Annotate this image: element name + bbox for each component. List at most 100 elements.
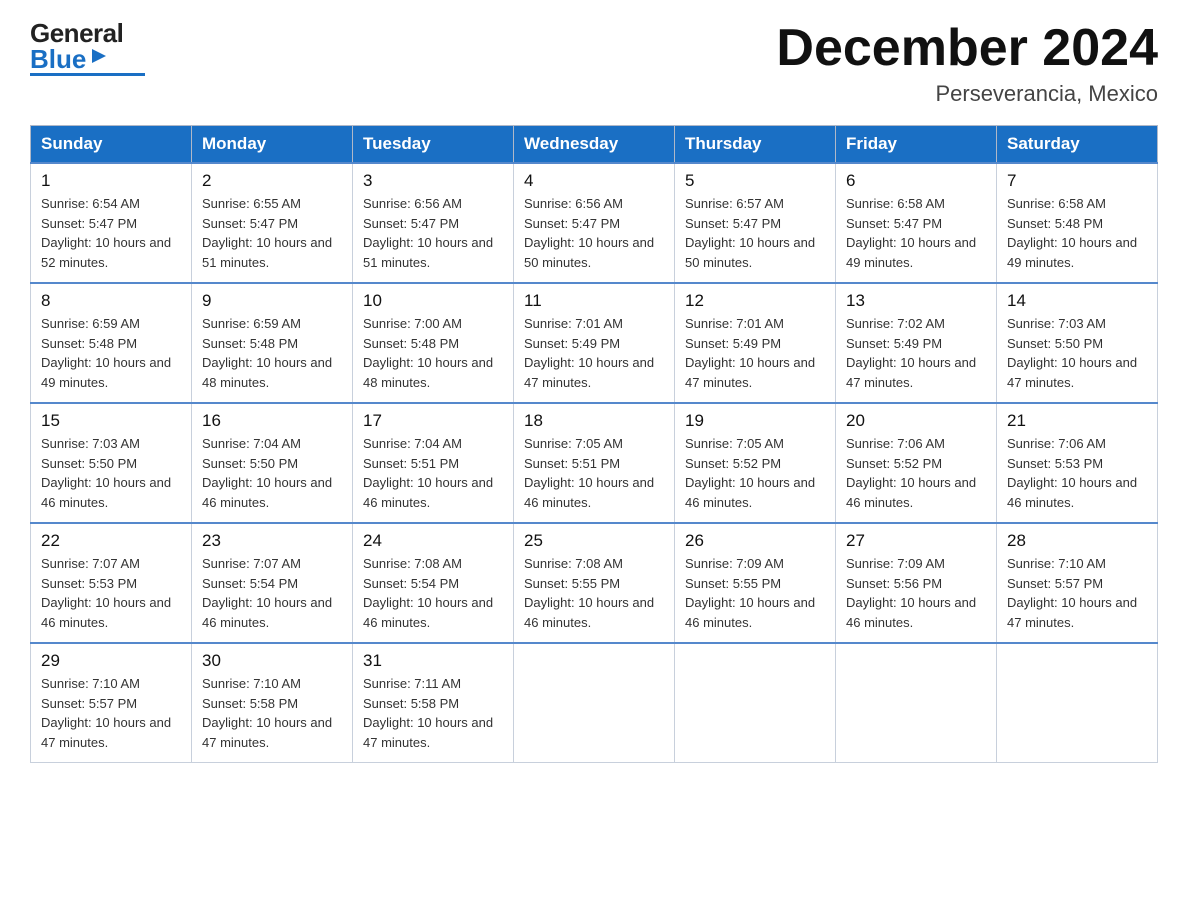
day-info: Sunrise: 7:05 AMSunset: 5:51 PMDaylight:… bbox=[524, 434, 664, 512]
day-info: Sunrise: 6:54 AMSunset: 5:47 PMDaylight:… bbox=[41, 194, 181, 272]
day-number: 2 bbox=[202, 171, 342, 191]
day-number: 10 bbox=[363, 291, 503, 311]
logo: General Blue bbox=[30, 20, 145, 76]
day-info: Sunrise: 7:04 AMSunset: 5:51 PMDaylight:… bbox=[363, 434, 503, 512]
day-number: 21 bbox=[1007, 411, 1147, 431]
day-info: Sunrise: 7:01 AMSunset: 5:49 PMDaylight:… bbox=[524, 314, 664, 392]
location-subtitle: Perseverancia, Mexico bbox=[776, 81, 1158, 107]
day-number: 9 bbox=[202, 291, 342, 311]
column-header-monday: Monday bbox=[192, 126, 353, 164]
day-info: Sunrise: 7:07 AMSunset: 5:54 PMDaylight:… bbox=[202, 554, 342, 632]
day-info: Sunrise: 7:10 AMSunset: 5:58 PMDaylight:… bbox=[202, 674, 342, 752]
day-info: Sunrise: 7:06 AMSunset: 5:52 PMDaylight:… bbox=[846, 434, 986, 512]
day-number: 27 bbox=[846, 531, 986, 551]
day-number: 7 bbox=[1007, 171, 1147, 191]
day-info: Sunrise: 7:03 AMSunset: 5:50 PMDaylight:… bbox=[41, 434, 181, 512]
day-number: 28 bbox=[1007, 531, 1147, 551]
calendar-day-cell: 9 Sunrise: 6:59 AMSunset: 5:48 PMDayligh… bbox=[192, 283, 353, 403]
calendar-day-cell: 8 Sunrise: 6:59 AMSunset: 5:48 PMDayligh… bbox=[31, 283, 192, 403]
day-info: Sunrise: 7:00 AMSunset: 5:48 PMDaylight:… bbox=[363, 314, 503, 392]
day-info: Sunrise: 6:55 AMSunset: 5:47 PMDaylight:… bbox=[202, 194, 342, 272]
day-info: Sunrise: 7:07 AMSunset: 5:53 PMDaylight:… bbox=[41, 554, 181, 632]
calendar-day-cell: 16 Sunrise: 7:04 AMSunset: 5:50 PMDaylig… bbox=[192, 403, 353, 523]
column-header-sunday: Sunday bbox=[31, 126, 192, 164]
day-number: 8 bbox=[41, 291, 181, 311]
calendar-day-cell: 12 Sunrise: 7:01 AMSunset: 5:49 PMDaylig… bbox=[675, 283, 836, 403]
day-number: 14 bbox=[1007, 291, 1147, 311]
day-number: 5 bbox=[685, 171, 825, 191]
day-number: 29 bbox=[41, 651, 181, 671]
day-info: Sunrise: 7:11 AMSunset: 5:58 PMDaylight:… bbox=[363, 674, 503, 752]
column-header-saturday: Saturday bbox=[997, 126, 1158, 164]
day-info: Sunrise: 7:04 AMSunset: 5:50 PMDaylight:… bbox=[202, 434, 342, 512]
calendar-day-cell: 2 Sunrise: 6:55 AMSunset: 5:47 PMDayligh… bbox=[192, 163, 353, 283]
logo-underline bbox=[30, 73, 145, 76]
day-info: Sunrise: 7:08 AMSunset: 5:54 PMDaylight:… bbox=[363, 554, 503, 632]
calendar-day-cell: 5 Sunrise: 6:57 AMSunset: 5:47 PMDayligh… bbox=[675, 163, 836, 283]
day-number: 26 bbox=[685, 531, 825, 551]
calendar-header-row: SundayMondayTuesdayWednesdayThursdayFrid… bbox=[31, 126, 1158, 164]
calendar-day-cell: 4 Sunrise: 6:56 AMSunset: 5:47 PMDayligh… bbox=[514, 163, 675, 283]
calendar-day-cell: 1 Sunrise: 6:54 AMSunset: 5:47 PMDayligh… bbox=[31, 163, 192, 283]
day-number: 17 bbox=[363, 411, 503, 431]
calendar-day-cell: 31 Sunrise: 7:11 AMSunset: 5:58 PMDaylig… bbox=[353, 643, 514, 763]
day-info: Sunrise: 6:59 AMSunset: 5:48 PMDaylight:… bbox=[202, 314, 342, 392]
day-info: Sunrise: 6:56 AMSunset: 5:47 PMDaylight:… bbox=[524, 194, 664, 272]
day-info: Sunrise: 6:59 AMSunset: 5:48 PMDaylight:… bbox=[41, 314, 181, 392]
calendar-day-cell: 24 Sunrise: 7:08 AMSunset: 5:54 PMDaylig… bbox=[353, 523, 514, 643]
day-number: 13 bbox=[846, 291, 986, 311]
day-info: Sunrise: 7:10 AMSunset: 5:57 PMDaylight:… bbox=[1007, 554, 1147, 632]
logo-general-text: General bbox=[30, 20, 145, 46]
day-number: 20 bbox=[846, 411, 986, 431]
calendar-day-cell: 21 Sunrise: 7:06 AMSunset: 5:53 PMDaylig… bbox=[997, 403, 1158, 523]
day-info: Sunrise: 7:09 AMSunset: 5:56 PMDaylight:… bbox=[846, 554, 986, 632]
calendar-day-cell: 13 Sunrise: 7:02 AMSunset: 5:49 PMDaylig… bbox=[836, 283, 997, 403]
calendar-day-cell: 3 Sunrise: 6:56 AMSunset: 5:47 PMDayligh… bbox=[353, 163, 514, 283]
calendar-week-row: 29 Sunrise: 7:10 AMSunset: 5:57 PMDaylig… bbox=[31, 643, 1158, 763]
day-number: 23 bbox=[202, 531, 342, 551]
day-info: Sunrise: 6:58 AMSunset: 5:47 PMDaylight:… bbox=[846, 194, 986, 272]
day-info: Sunrise: 7:08 AMSunset: 5:55 PMDaylight:… bbox=[524, 554, 664, 632]
day-info: Sunrise: 7:02 AMSunset: 5:49 PMDaylight:… bbox=[846, 314, 986, 392]
day-info: Sunrise: 7:09 AMSunset: 5:55 PMDaylight:… bbox=[685, 554, 825, 632]
day-number: 30 bbox=[202, 651, 342, 671]
calendar-day-cell: 20 Sunrise: 7:06 AMSunset: 5:52 PMDaylig… bbox=[836, 403, 997, 523]
column-header-wednesday: Wednesday bbox=[514, 126, 675, 164]
calendar-day-cell: 14 Sunrise: 7:03 AMSunset: 5:50 PMDaylig… bbox=[997, 283, 1158, 403]
column-header-tuesday: Tuesday bbox=[353, 126, 514, 164]
calendar-week-row: 22 Sunrise: 7:07 AMSunset: 5:53 PMDaylig… bbox=[31, 523, 1158, 643]
day-info: Sunrise: 7:05 AMSunset: 5:52 PMDaylight:… bbox=[685, 434, 825, 512]
title-area: December 2024 Perseverancia, Mexico bbox=[776, 20, 1158, 107]
calendar-day-cell: 28 Sunrise: 7:10 AMSunset: 5:57 PMDaylig… bbox=[997, 523, 1158, 643]
day-number: 6 bbox=[846, 171, 986, 191]
calendar-day-cell: 27 Sunrise: 7:09 AMSunset: 5:56 PMDaylig… bbox=[836, 523, 997, 643]
day-number: 4 bbox=[524, 171, 664, 191]
column-header-thursday: Thursday bbox=[675, 126, 836, 164]
page-header: General Blue December 2024 Perseverancia… bbox=[30, 20, 1158, 107]
day-number: 25 bbox=[524, 531, 664, 551]
calendar-day-cell: 29 Sunrise: 7:10 AMSunset: 5:57 PMDaylig… bbox=[31, 643, 192, 763]
column-header-friday: Friday bbox=[836, 126, 997, 164]
calendar-day-cell: 15 Sunrise: 7:03 AMSunset: 5:50 PMDaylig… bbox=[31, 403, 192, 523]
logo-blue-text: Blue bbox=[30, 46, 86, 72]
calendar-day-cell bbox=[836, 643, 997, 763]
calendar-day-cell: 18 Sunrise: 7:05 AMSunset: 5:51 PMDaylig… bbox=[514, 403, 675, 523]
day-number: 22 bbox=[41, 531, 181, 551]
calendar-week-row: 8 Sunrise: 6:59 AMSunset: 5:48 PMDayligh… bbox=[31, 283, 1158, 403]
calendar-day-cell: 19 Sunrise: 7:05 AMSunset: 5:52 PMDaylig… bbox=[675, 403, 836, 523]
day-number: 18 bbox=[524, 411, 664, 431]
day-info: Sunrise: 7:01 AMSunset: 5:49 PMDaylight:… bbox=[685, 314, 825, 392]
calendar-day-cell bbox=[675, 643, 836, 763]
calendar-day-cell bbox=[997, 643, 1158, 763]
day-number: 16 bbox=[202, 411, 342, 431]
logo-arrow-icon bbox=[88, 45, 110, 71]
calendar-day-cell: 26 Sunrise: 7:09 AMSunset: 5:55 PMDaylig… bbox=[675, 523, 836, 643]
calendar-day-cell: 7 Sunrise: 6:58 AMSunset: 5:48 PMDayligh… bbox=[997, 163, 1158, 283]
day-info: Sunrise: 6:58 AMSunset: 5:48 PMDaylight:… bbox=[1007, 194, 1147, 272]
day-number: 12 bbox=[685, 291, 825, 311]
calendar-week-row: 15 Sunrise: 7:03 AMSunset: 5:50 PMDaylig… bbox=[31, 403, 1158, 523]
calendar-day-cell: 11 Sunrise: 7:01 AMSunset: 5:49 PMDaylig… bbox=[514, 283, 675, 403]
day-info: Sunrise: 6:57 AMSunset: 5:47 PMDaylight:… bbox=[685, 194, 825, 272]
day-number: 31 bbox=[363, 651, 503, 671]
day-info: Sunrise: 7:10 AMSunset: 5:57 PMDaylight:… bbox=[41, 674, 181, 752]
